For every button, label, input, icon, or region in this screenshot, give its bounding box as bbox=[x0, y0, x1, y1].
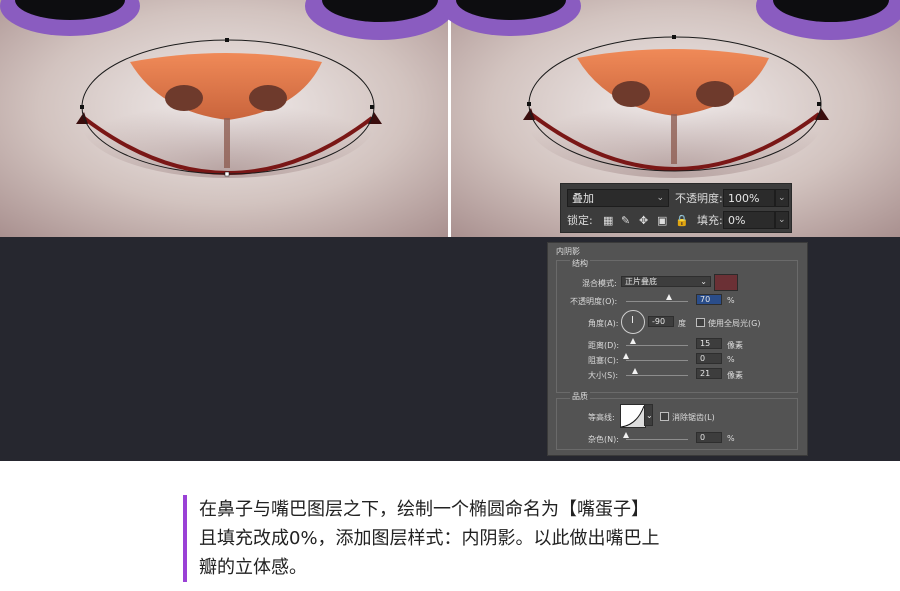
size-unit: 像素 bbox=[727, 371, 743, 380]
chevron-down-icon: ⌄ bbox=[778, 193, 786, 203]
size-slider-thumb[interactable] bbox=[632, 368, 638, 374]
size-slider-track[interactable] bbox=[626, 375, 688, 376]
inner-shadow-panel: 内阴影 结构 混合模式: 正片叠底 ⌄ 不透明度(O): 70 % 角度(A):… bbox=[547, 242, 808, 456]
opacity-value: 100% bbox=[728, 191, 760, 205]
size-field[interactable]: 21 bbox=[696, 368, 722, 379]
caption-line-3: 瓣的立体感。 bbox=[199, 557, 307, 578]
opacity-slider-thumb[interactable] bbox=[666, 294, 672, 300]
lock-artboard-icon[interactable]: ▣ bbox=[657, 214, 667, 227]
chevron-down-icon: ⌄ bbox=[646, 411, 653, 420]
noise-slider-thumb[interactable] bbox=[623, 432, 629, 438]
distance-slider-thumb[interactable] bbox=[630, 338, 636, 344]
angle-dial-needle bbox=[632, 316, 633, 323]
blend-mode-value: 叠加 bbox=[572, 192, 594, 205]
distance-label: 距离(D): bbox=[588, 341, 620, 350]
layers-blend-bar: 叠加 ⌄ 不透明度: 100% ⌄ 锁定: ▦ ✎ ✥ ▣ 🔒 填充: 0% ⌄ bbox=[560, 183, 792, 233]
angle-dial[interactable] bbox=[621, 310, 645, 334]
chevron-down-icon: ⌄ bbox=[778, 215, 786, 225]
angle-label: 角度(A): bbox=[588, 319, 619, 328]
antialias-checkbox[interactable] bbox=[660, 412, 669, 421]
noise-value: 0 bbox=[700, 433, 706, 442]
opacity-dropdown-button[interactable]: ⌄ bbox=[775, 189, 789, 207]
inner-blend-mode-value: 正片叠底 bbox=[625, 277, 657, 286]
caption-line-2: 且填充改成0%，添加图层样式：内阴影。以此做出嘴巴上 bbox=[199, 528, 660, 549]
inner-opacity-label: 不透明度(O): bbox=[570, 297, 618, 306]
chevron-down-icon: ⌄ bbox=[700, 277, 707, 286]
lock-move-icon[interactable]: ✥ bbox=[639, 214, 648, 227]
blend-mode-label: 混合模式: bbox=[582, 279, 617, 288]
shadow-color-swatch[interactable] bbox=[714, 274, 738, 291]
chevron-down-icon: ⌄ bbox=[656, 193, 664, 203]
lock-label: 锁定: bbox=[567, 214, 593, 227]
distance-value: 15 bbox=[700, 339, 711, 348]
distance-field[interactable]: 15 bbox=[696, 338, 722, 349]
choke-label: 阻塞(C): bbox=[588, 356, 619, 365]
noise-slider-track[interactable] bbox=[626, 439, 688, 440]
angle-field[interactable]: -90 bbox=[648, 316, 674, 327]
distance-slider-track[interactable] bbox=[626, 345, 688, 346]
contour-dropdown-button[interactable]: ⌄ bbox=[644, 404, 653, 426]
lock-brush-icon[interactable]: ✎ bbox=[621, 214, 630, 227]
noise-label: 杂色(N): bbox=[588, 435, 619, 444]
opacity-label: 不透明度: bbox=[675, 192, 723, 205]
structure-title: 结构 bbox=[570, 258, 590, 269]
opacity-field[interactable]: 100% bbox=[723, 189, 775, 207]
fill-value: 0% bbox=[728, 213, 746, 227]
lock-transparent-icon[interactable]: ▦ bbox=[603, 214, 613, 227]
fill-field[interactable]: 0% bbox=[723, 211, 775, 229]
noise-field[interactable]: 0 bbox=[696, 432, 722, 443]
angle-value: -90 bbox=[652, 317, 666, 326]
panel-title: 内阴影 bbox=[556, 247, 580, 256]
inner-blend-mode-select[interactable]: 正片叠底 ⌄ bbox=[621, 276, 711, 287]
caption-line-1: 在鼻子与嘴巴图层之下，绘制一个椭圆命名为【嘴蛋子】 bbox=[199, 499, 649, 520]
choke-slider-track[interactable] bbox=[626, 360, 688, 361]
antialias-label: 消除锯齿(L) bbox=[672, 413, 715, 422]
inner-opacity-field[interactable]: 70 bbox=[696, 294, 722, 305]
global-light-label: 使用全局光(G) bbox=[708, 319, 761, 328]
size-label: 大小(S): bbox=[588, 371, 619, 380]
choke-slider-thumb[interactable] bbox=[623, 353, 629, 359]
angle-unit: 度 bbox=[678, 319, 686, 328]
quality-title: 品质 bbox=[570, 391, 590, 402]
opacity-unit: % bbox=[727, 296, 735, 305]
fill-label: 填充: bbox=[697, 214, 723, 227]
contour-label: 等高线: bbox=[588, 413, 615, 422]
global-light-checkbox[interactable] bbox=[696, 318, 705, 327]
choke-field[interactable]: 0 bbox=[696, 353, 722, 364]
caption-block: 在鼻子与嘴巴图层之下，绘制一个椭圆命名为【嘴蛋子】 且填充改成0%，添加图层样式… bbox=[183, 495, 660, 582]
contour-preview[interactable] bbox=[620, 404, 646, 428]
canvas-view-left bbox=[0, 0, 455, 237]
blend-mode-select[interactable]: 叠加 ⌄ bbox=[567, 189, 669, 207]
choke-unit: % bbox=[727, 355, 735, 364]
inner-opacity-value: 70 bbox=[700, 295, 711, 304]
noise-unit: % bbox=[727, 434, 735, 443]
fill-dropdown-button[interactable]: ⌄ bbox=[775, 211, 789, 229]
contour-curve-icon bbox=[621, 405, 645, 427]
lock-all-icon[interactable]: 🔒 bbox=[675, 214, 689, 227]
size-value: 21 bbox=[700, 369, 711, 378]
choke-value: 0 bbox=[700, 354, 706, 363]
distance-unit: 像素 bbox=[727, 341, 743, 350]
opacity-slider-track[interactable] bbox=[626, 301, 688, 302]
